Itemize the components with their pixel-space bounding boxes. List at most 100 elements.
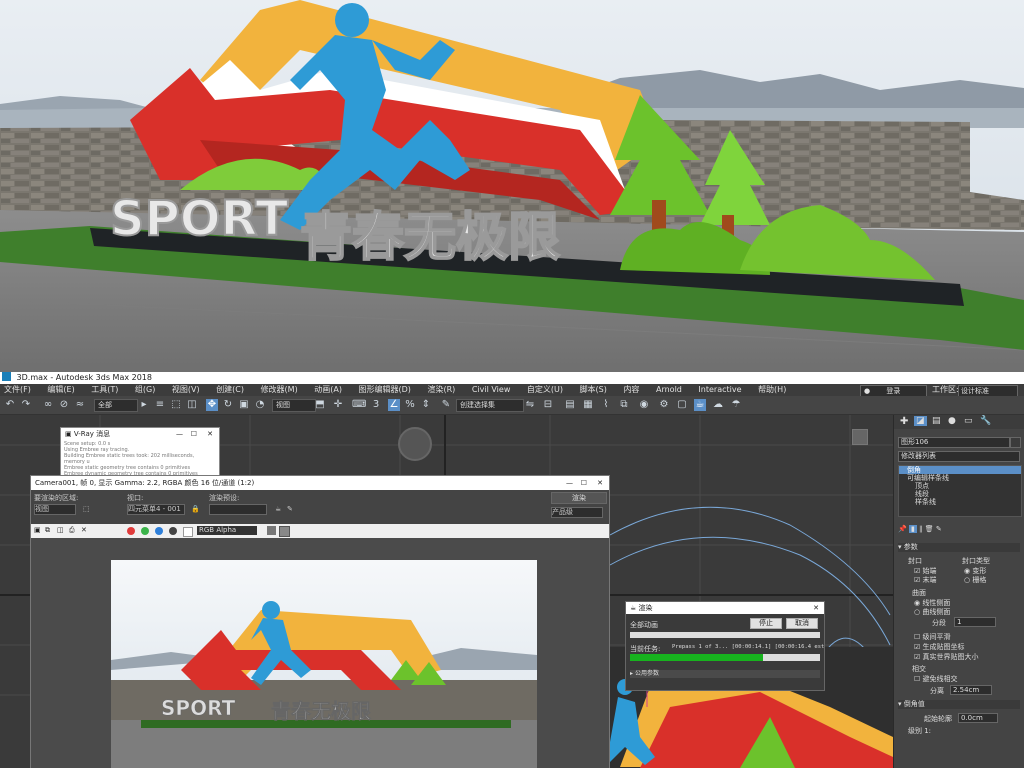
- display-tab-icon[interactable]: ▭: [964, 416, 973, 426]
- teapot-icon[interactable]: ☕: [275, 505, 281, 513]
- grid-radio[interactable]: ○ 栅格: [964, 575, 986, 585]
- select-by-name-icon[interactable]: ≡: [154, 399, 166, 411]
- menu-arnold[interactable]: Arnold: [656, 385, 682, 394]
- menu-help[interactable]: 帮助(H): [758, 385, 786, 394]
- preset-dropdown[interactable]: [209, 504, 267, 515]
- frame-toggle-icon[interactable]: [279, 526, 290, 537]
- select-object-icon[interactable]: ▸: [138, 399, 150, 411]
- end-cap-checkbox[interactable]: ☑ 末端: [914, 575, 937, 585]
- create-tab-icon[interactable]: ✚: [900, 416, 908, 427]
- menu-graph-editors[interactable]: 图形编辑器(D): [359, 385, 411, 394]
- curve-editor-icon[interactable]: ⌇: [600, 399, 612, 411]
- utilities-tab-icon[interactable]: 🔧: [980, 416, 991, 426]
- close-icon[interactable]: ✕: [813, 602, 819, 614]
- render-production-icon[interactable]: ☕: [694, 399, 706, 411]
- lock-icon[interactable]: 🔒: [191, 505, 200, 513]
- pause-button[interactable]: 停止: [750, 618, 782, 629]
- snap-3d-icon[interactable]: 3: [370, 399, 382, 411]
- angle-snap-icon[interactable]: ∠: [388, 399, 400, 411]
- material-editor-icon[interactable]: ◉: [638, 399, 650, 411]
- menu-content[interactable]: 内容: [623, 385, 639, 394]
- object-color-swatch[interactable]: [1010, 437, 1021, 448]
- close-icon[interactable]: ✕: [207, 428, 213, 440]
- maximize-icon[interactable]: ☐: [581, 476, 587, 490]
- clone-icon[interactable]: ◫: [57, 526, 64, 534]
- keep-lines-checkbox[interactable]: ☐ 避免线相交: [914, 674, 958, 684]
- channel-dropdown[interactable]: RGB Alpha: [197, 526, 257, 535]
- menu-tools[interactable]: 工具(T): [91, 385, 118, 394]
- configure-sets-icon[interactable]: ✎: [936, 525, 942, 533]
- scale-icon[interactable]: ▣: [238, 399, 250, 411]
- placement-icon[interactable]: ◔: [254, 399, 266, 411]
- menu-customize[interactable]: 自定义(U): [527, 385, 563, 394]
- green-channel-icon[interactable]: [141, 527, 149, 535]
- separation-input[interactable]: 2.54cm: [950, 685, 992, 695]
- layer-explorer-icon[interactable]: ▤: [564, 399, 576, 411]
- hierarchy-tab-icon[interactable]: ▤: [932, 416, 941, 426]
- selection-filter-dropdown[interactable]: 全部: [94, 399, 138, 412]
- schematic-view-icon[interactable]: ⧉: [618, 399, 630, 411]
- percent-snap-icon[interactable]: %: [404, 399, 416, 411]
- viewport-area[interactable]: ▣ V-Ray 消息 — ☐ ✕ Scene setup: 0.0 s Usin…: [0, 415, 893, 768]
- edit-named-sets-icon[interactable]: ✎: [440, 399, 452, 411]
- stack-item-vertex[interactable]: 顶点: [899, 482, 1021, 490]
- mirror-icon[interactable]: ⇋: [524, 399, 536, 411]
- minimize-icon[interactable]: —: [566, 476, 573, 490]
- mono-icon[interactable]: [183, 527, 193, 537]
- select-manipulate-icon[interactable]: ✛: [332, 399, 344, 411]
- rendered-frame-icon[interactable]: ▢: [676, 399, 688, 411]
- viewcube-icon[interactable]: [398, 427, 432, 461]
- bind-spacewarp-icon[interactable]: ≈: [74, 399, 86, 411]
- align-icon[interactable]: ⊟: [542, 399, 554, 411]
- keyboard-shortcut-icon[interactable]: ⌨: [352, 399, 366, 411]
- common-params-rollout[interactable]: ▸ 公用参数: [630, 670, 820, 678]
- stack-item-segment[interactable]: 线段: [899, 490, 1021, 498]
- env-icon[interactable]: ✎: [287, 505, 293, 513]
- stack-item-spline[interactable]: 样条线: [899, 498, 1021, 506]
- stack-item-bevel[interactable]: 倒角: [899, 466, 1021, 474]
- render-iterative-icon[interactable]: ☁: [712, 399, 724, 411]
- window-crossing-icon[interactable]: ◫: [186, 399, 198, 411]
- rect-selection-icon[interactable]: ⬚: [170, 399, 182, 411]
- move-icon[interactable]: ✥: [206, 399, 218, 411]
- spinner-snap-icon[interactable]: ⇕: [420, 399, 432, 411]
- modify-tab-icon[interactable]: ◪: [914, 416, 927, 426]
- alpha-channel-icon[interactable]: [169, 527, 177, 535]
- start-outline-input[interactable]: 0.0cm: [958, 713, 998, 723]
- viewcube-small-icon[interactable]: [852, 429, 868, 445]
- menu-modifiers[interactable]: 修改器(M): [261, 385, 298, 394]
- gen-map-checkbox[interactable]: ☑ 生成贴图坐标: [914, 642, 965, 652]
- menu-rendering[interactable]: 渲染(R): [427, 385, 455, 394]
- show-end-result-icon[interactable]: ▮: [908, 525, 917, 533]
- object-name-field[interactable]: 图形106: [898, 437, 1010, 448]
- modifier-list-dropdown[interactable]: 修改器列表: [898, 451, 1020, 462]
- render-button[interactable]: 渲染: [551, 492, 607, 504]
- params-header[interactable]: ▾ 参数: [898, 543, 1020, 552]
- cancel-button[interactable]: 取消: [786, 618, 818, 629]
- reference-coord-dropdown[interactable]: 视图: [272, 399, 316, 412]
- edit-region-icon[interactable]: ⬚: [83, 505, 90, 513]
- print-icon[interactable]: ⎙: [69, 526, 75, 535]
- pivot-center-icon[interactable]: ⬒: [314, 399, 326, 411]
- maximize-icon[interactable]: ☐: [191, 428, 197, 440]
- bevel-values-header[interactable]: ▾ 倒角值: [898, 700, 1020, 709]
- segments-input[interactable]: 1: [954, 617, 996, 627]
- rotate-icon[interactable]: ↻: [222, 399, 234, 411]
- menu-civil-view[interactable]: Civil View: [472, 385, 511, 394]
- scene-explorer-icon[interactable]: ▦: [582, 399, 594, 411]
- redo-icon[interactable]: ↷: [20, 399, 32, 411]
- menu-animation[interactable]: 动画(A): [314, 385, 342, 394]
- link-icon[interactable]: ∞: [42, 399, 54, 411]
- product-dropdown[interactable]: 产品级: [551, 507, 603, 518]
- minimize-icon[interactable]: —: [176, 428, 183, 440]
- red-channel-icon[interactable]: [127, 527, 135, 535]
- menu-scripting[interactable]: 脚本(S): [580, 385, 607, 394]
- menu-group[interactable]: 组(G): [135, 385, 155, 394]
- blue-channel-icon[interactable]: [155, 527, 163, 535]
- area-dropdown[interactable]: 视图: [34, 504, 76, 515]
- menu-create[interactable]: 创建(C): [216, 385, 244, 394]
- menu-edit[interactable]: 编辑(E): [47, 385, 74, 394]
- make-unique-icon[interactable]: ∥: [919, 525, 923, 533]
- color-swatch-icon[interactable]: [267, 526, 276, 535]
- named-selection-dropdown[interactable]: 创建选择集: [456, 399, 524, 412]
